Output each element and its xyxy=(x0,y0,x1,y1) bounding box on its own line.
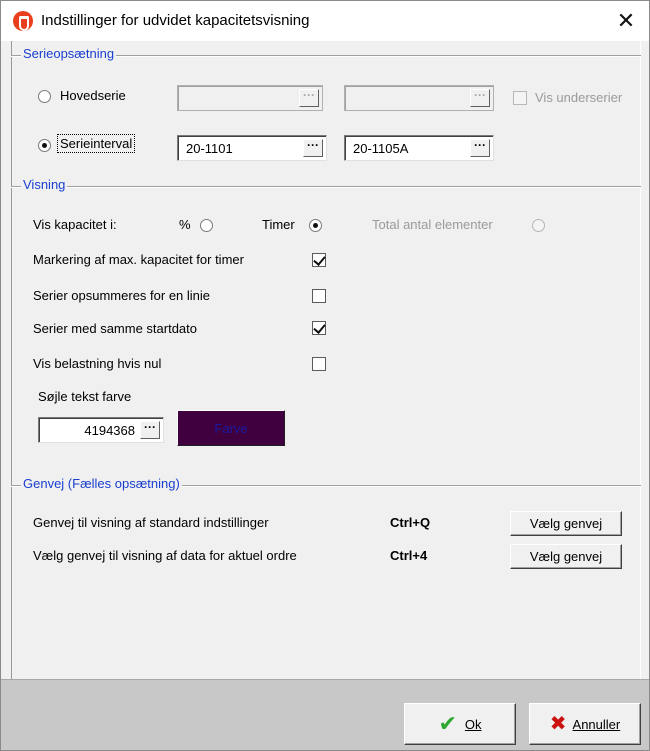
visning-legend: Visning xyxy=(21,177,68,192)
startdato-checkbox[interactable] xyxy=(312,321,326,335)
hovedserie-from-field[interactable]: ··· xyxy=(177,85,323,111)
vis-underserier-label: Vis underserier xyxy=(535,90,623,105)
timer-label: Timer xyxy=(262,217,295,232)
hovedserie-to-browse-button[interactable]: ··· xyxy=(470,89,490,107)
vaelg-genvej-button-2[interactable]: Vælg genvej xyxy=(510,544,622,569)
serieinterval-radio[interactable] xyxy=(38,139,51,152)
cancel-button[interactable]: ✖ Annuller xyxy=(529,703,641,745)
vis-belastning-label: Vis belastning hvis nul xyxy=(33,356,162,371)
genvej-legend: Genvej (Fælles opsætning) xyxy=(21,476,182,491)
visning-groupbox: Visning xyxy=(11,177,641,192)
vis-belastning-checkbox[interactable] xyxy=(312,357,326,371)
total-antal-label: Total antal elementer xyxy=(372,217,493,232)
hovedserie-radio[interactable] xyxy=(38,90,51,103)
interval-from-field[interactable]: 20-1101 ··· xyxy=(177,135,327,161)
markering-checkbox[interactable] xyxy=(312,253,326,267)
serie-legend: Serieopsætning xyxy=(21,46,117,61)
genvej-row1-shortcut: Ctrl+Q xyxy=(390,515,431,530)
genvej-row1-label: Genvej til visning af standard indstilli… xyxy=(33,515,269,530)
dialog-window: Indstillinger for udvidet kapacitetsvisn… xyxy=(0,0,650,751)
total-antal-radio[interactable] xyxy=(532,219,545,232)
markering-label: Markering af max. kapacitet for timer xyxy=(33,252,244,267)
hovedserie-from-browse-button[interactable]: ··· xyxy=(299,89,319,107)
close-button[interactable]: ✕ xyxy=(603,1,649,41)
vis-kapacitet-label: Vis kapacitet i: xyxy=(33,217,117,232)
startdato-label: Serier med samme startdato xyxy=(33,321,198,336)
cross-icon: ✖ xyxy=(549,713,567,735)
serie-groupbox: Serieopsætning xyxy=(11,46,641,61)
opsummeres-checkbox[interactable] xyxy=(312,289,326,303)
ok-button[interactable]: ✔ Ok xyxy=(404,703,516,745)
vis-underserier-checkbox[interactable] xyxy=(513,91,527,105)
genvej-groupbox: Genvej (Fælles opsætning) xyxy=(11,476,641,491)
farve-button[interactable]: Farve xyxy=(177,410,285,446)
hovedserie-to-field[interactable]: ··· xyxy=(344,85,494,111)
interval-to-browse-button[interactable]: ··· xyxy=(470,139,490,157)
farve-value-field[interactable]: 4194368 ··· xyxy=(38,417,164,443)
title-bar: Indstillinger for udvidet kapacitetsvisn… xyxy=(1,1,649,41)
genvej-row2-shortcut: Ctrl+4 xyxy=(390,548,428,563)
interval-to-field[interactable]: 20-1105A ··· xyxy=(344,135,494,161)
vaelg-genvej-button-1[interactable]: Vælg genvej xyxy=(510,511,622,536)
percent-label: % xyxy=(179,217,191,232)
percent-radio[interactable] xyxy=(200,219,213,232)
timer-radio[interactable] xyxy=(309,219,322,232)
farve-browse-button[interactable]: ··· xyxy=(140,421,160,439)
app-logo-icon xyxy=(13,11,33,31)
hovedserie-label: Hovedserie xyxy=(60,88,126,103)
genvej-row2-label: Vælg genvej til visning af data for aktu… xyxy=(33,548,297,563)
checkmark-icon: ✔ xyxy=(438,711,457,736)
window-title: Indstillinger for udvidet kapacitetsvisn… xyxy=(41,12,310,29)
farve-label: Søjle tekst farve xyxy=(38,389,132,404)
opsummeres-label: Serier opsummeres for en linie xyxy=(33,288,211,303)
interval-from-browse-button[interactable]: ··· xyxy=(303,139,323,157)
serieinterval-label: Serieinterval xyxy=(57,134,136,153)
